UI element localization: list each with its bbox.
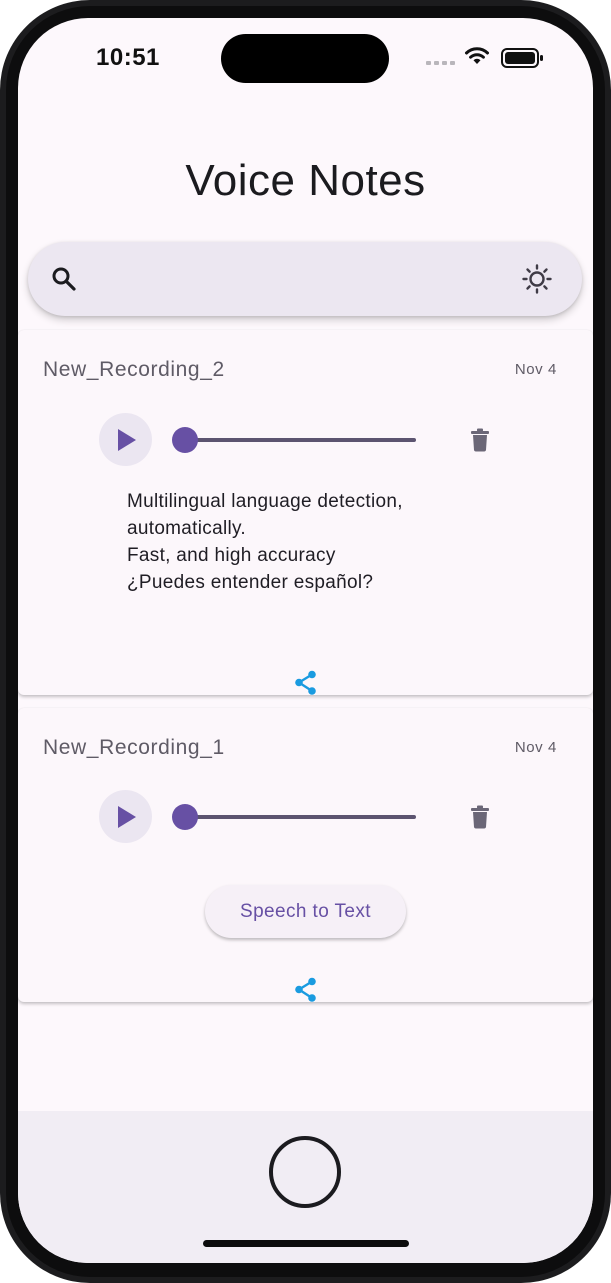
dynamic-island [221,34,389,83]
page-title: Voice Notes [185,156,426,205]
play-icon [118,429,136,451]
transcript-text: Multilingual language detection, automat… [127,491,403,593]
trash-icon[interactable] [470,805,490,829]
play-icon [118,806,136,828]
playback-slider[interactable] [172,804,416,830]
play-button[interactable] [99,413,152,466]
trash-icon[interactable] [470,428,490,452]
slider-thumb[interactable] [172,427,198,453]
status-bar: 10:51 [18,18,593,98]
app-screen: 10:51 Voice Notes New_Recording_2 Nov 4 … [18,18,593,1263]
recording-date: Nov 4 [514,361,557,378]
share-icon[interactable] [294,670,318,696]
play-button[interactable] [99,790,152,843]
recording-card: New_Recording_1 Nov 4 Speech to Text [18,708,593,1002]
recording-title: New_Recording_1 [43,736,225,759]
slider-track [184,438,416,442]
bottom-bar [18,1111,593,1263]
battery-icon [501,48,543,68]
search-bar[interactable] [28,242,582,316]
status-time: 10:51 [96,44,160,71]
share-icon[interactable] [294,977,318,1003]
slider-thumb[interactable] [172,804,198,830]
cellular-signal-icon [426,61,455,65]
phone-frame: 10:51 Voice Notes New_Recording_2 Nov 4 … [0,0,611,1283]
home-indicator[interactable] [203,1240,409,1247]
sun-icon[interactable] [522,264,552,294]
recording-date: Nov 4 [514,739,557,756]
slider-track [184,815,416,819]
wifi-icon [465,47,489,64]
recording-title: New_Recording_2 [43,358,225,381]
search-icon[interactable] [51,266,77,292]
home-button-icon[interactable] [269,1136,341,1208]
speech-to-text-button[interactable]: Speech to Text [205,885,406,938]
playback-slider[interactable] [172,427,416,453]
recording-card: New_Recording_2 Nov 4 Multilingual langu… [18,330,593,695]
